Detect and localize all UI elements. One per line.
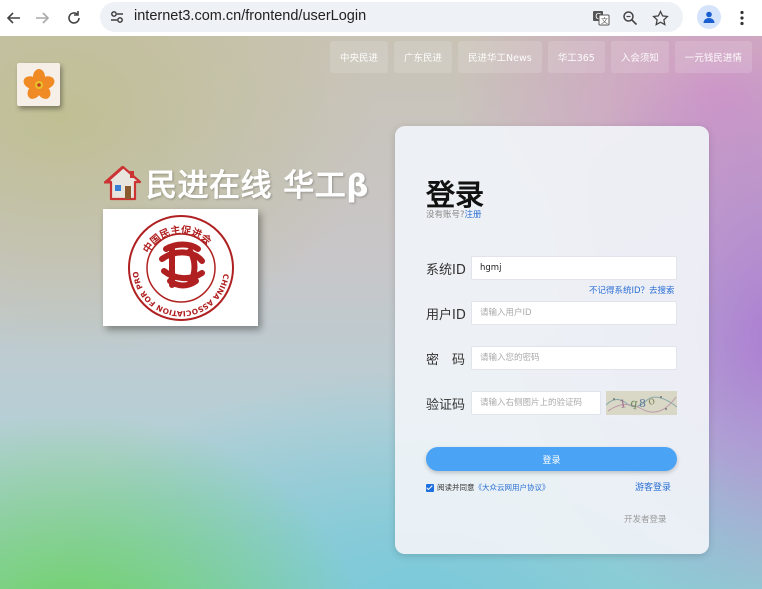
password-label: 密 码 — [426, 353, 466, 368]
user-id-label: 用户ID — [426, 308, 466, 323]
address-bar[interactable]: internet3.com.cn/frontend/userLogin G文 — [100, 2, 683, 32]
site-title: 民进在线 华工β — [146, 168, 369, 204]
register-link[interactable]: 注册 — [465, 210, 482, 220]
no-account-label: 没有账号? — [426, 210, 465, 220]
agree-checkbox[interactable] — [426, 483, 434, 492]
brand: 民进在线 华工β — [104, 160, 369, 205]
forward-icon[interactable] — [30, 6, 54, 30]
house-icon — [104, 165, 142, 200]
system-id-input[interactable] — [471, 256, 677, 280]
nav-central[interactable]: 中央民进 — [330, 41, 389, 73]
url-text[interactable]: internet3.com.cn/frontend/userLogin — [134, 8, 366, 24]
login-card: 登录 没有账号?注册 系统ID 不记得系统ID？去搜索 用户ID 密 码 验证码… — [395, 126, 709, 554]
browser-toolbar: internet3.com.cn/frontend/userLogin G文 — [0, 0, 762, 36]
cap-emblem: CHINA ASSOCIATION FOR PROMOTING DEMOCRAC… — [103, 209, 258, 326]
agreement: 阅读并同意 《大众云网用户协议》 — [426, 482, 550, 493]
svg-text:8: 8 — [639, 397, 646, 410]
password-input[interactable] — [471, 346, 677, 370]
guest-login-link[interactable]: 游客登录 — [635, 480, 671, 493]
no-account-text: 没有账号?注册 — [426, 208, 482, 220]
nav-guangdong[interactable]: 广东民进 — [394, 41, 453, 73]
captcha-label: 验证码 — [426, 398, 466, 413]
developer-login-link[interactable]: 开发者登录 — [624, 513, 667, 525]
site-logo[interactable] — [17, 63, 60, 106]
login-button[interactable]: 登录 — [426, 447, 677, 471]
system-id-label: 系统ID — [426, 263, 466, 278]
nav-one-yuan[interactable]: 一元钱民进情 — [674, 41, 752, 73]
top-navigation: 中央民进 广东民进 民进华工News 华工365 入会须知 一元钱民进情 — [330, 41, 752, 73]
profile-avatar-icon[interactable] — [697, 5, 721, 29]
site-settings-icon[interactable] — [108, 8, 126, 26]
agree-text: 阅读并同意 — [437, 483, 475, 492]
flower-icon — [23, 68, 54, 99]
forgot-system-id-link[interactable]: 不记得系统ID？去搜索 — [589, 284, 675, 296]
nav-huagong365[interactable]: 华工365 — [547, 41, 605, 73]
nav-membership[interactable]: 入会须知 — [610, 41, 669, 73]
user-id-input[interactable] — [471, 301, 677, 325]
nav-news[interactable]: 民进华工News — [458, 41, 542, 73]
back-icon[interactable] — [2, 6, 26, 30]
svg-text:文: 文 — [601, 16, 608, 25]
zoom-icon[interactable] — [619, 7, 641, 29]
user-agreement-link[interactable]: 《大众云网用户协议》 — [475, 482, 550, 493]
translate-icon[interactable]: G文 — [590, 7, 612, 29]
bookmark-star-icon[interactable] — [649, 7, 671, 29]
captcha-image[interactable]: 1 q 8 o — [606, 391, 677, 415]
browser-menu-icon[interactable] — [732, 6, 752, 30]
captcha-input[interactable] — [471, 391, 601, 415]
reload-icon[interactable] — [62, 6, 86, 30]
login-page: 中央民进 广东民进 民进华工News 华工365 入会须知 一元钱民进情 民进在… — [0, 36, 762, 589]
